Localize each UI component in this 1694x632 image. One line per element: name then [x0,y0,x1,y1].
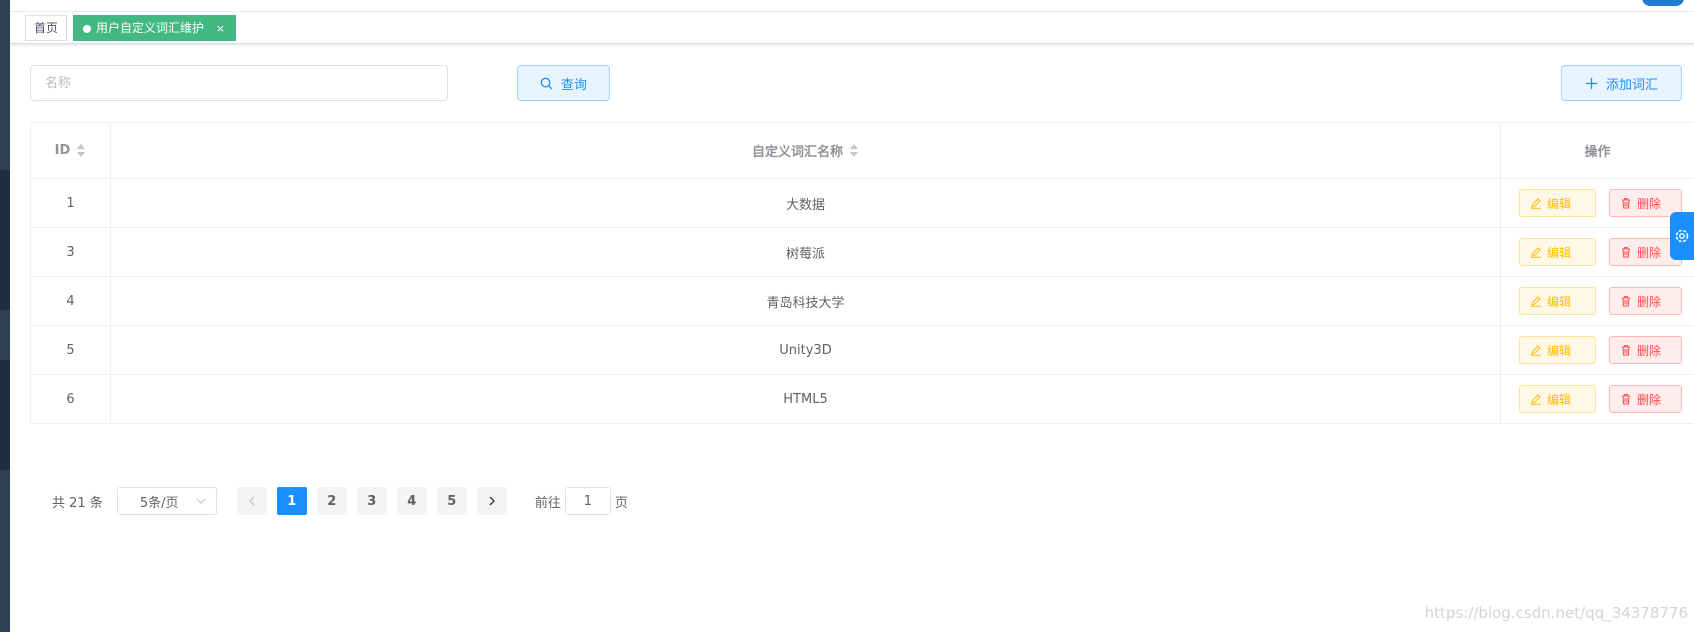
prev-page-button[interactable] [236,487,267,515]
edit-button[interactable]: 编辑 [1519,287,1596,315]
table-row: 4 青岛科技大学 编辑 删除 [30,277,1694,326]
tag-active-label: 用户自定义词汇维护 [96,21,205,35]
delete-button-label: 删除 [1637,294,1662,309]
delete-button[interactable]: 删除 [1609,385,1682,413]
plus-icon [1585,77,1598,89]
goto-prefix: 前往 [534,495,561,511]
delete-button-label: 删除 [1637,392,1662,407]
trash-icon [1622,247,1630,258]
table-row: 1 大数据 编辑 删除 [30,179,1694,228]
cell-actions: 编辑 删除 [1500,326,1694,374]
cell-id: 4 [30,277,110,325]
page-size-select[interactable]: 5条/页 [116,487,217,515]
edit-icon [1531,296,1541,307]
edit-button[interactable]: 编辑 [1519,238,1596,266]
delete-button-label: 删除 [1637,245,1662,260]
delete-button[interactable]: 删除 [1609,336,1682,364]
goto-page: 前往 1 页 [535,487,628,515]
cell-id: 5 [30,326,110,374]
pagination-total: 共 21 条 [52,495,103,511]
trash-icon [1622,345,1630,356]
delete-button-label: 删除 [1637,343,1662,358]
watermark: https://blog.csdn.net/qq_34378776 [1424,604,1688,622]
edit-button-label: 编辑 [1547,294,1572,309]
page-size-value: 5条/页 [139,495,179,511]
settings-button[interactable] [1670,212,1694,260]
edit-button-label: 编辑 [1547,245,1572,260]
query-button[interactable]: 查询 [517,65,610,101]
sidebar-edge-segment [0,360,10,470]
pagination: 共 21 条 5条/页 1 2 3 4 5 前往 1 页 [52,487,628,515]
cell-actions: 编辑 删除 [1500,375,1694,423]
tag-active[interactable]: 用户自定义词汇维护 × [73,15,237,41]
table-row: 6 HTML5 编辑 删除 [30,375,1694,424]
goto-suffix: 页 [614,495,628,511]
active-dot-icon [83,25,91,33]
cell-actions: 编辑 删除 [1500,277,1694,325]
edit-icon [1531,247,1541,258]
chevron-left-icon [248,496,255,506]
cell-id: 6 [30,375,110,423]
words-table: ID 自定义词汇名称 操作 1 大数据 编辑 删除 3 树莓派 编辑 删除 4 … [30,122,1694,424]
goto-page-input[interactable]: 1 [564,487,611,515]
search-input[interactable] [30,65,448,101]
next-page-button[interactable] [476,487,507,515]
edit-button[interactable]: 编辑 [1519,336,1596,364]
sidebar-edge-segment [0,170,10,310]
edit-icon [1531,198,1541,209]
close-icon[interactable]: × [216,22,225,35]
cell-name: HTML5 [110,375,1500,423]
table-header-row: ID 自定义词汇名称 操作 [30,123,1694,179]
header-name-label: 自定义词汇名称 [751,145,843,160]
page-button-3[interactable]: 3 [356,487,387,515]
cell-name: Unity3D [110,326,1500,374]
cell-name: 树莓派 [110,228,1500,276]
page-button-4[interactable]: 4 [396,487,427,515]
page-button-5[interactable]: 5 [436,487,467,515]
sort-icon[interactable] [76,143,86,158]
chevron-right-icon [489,496,495,506]
edit-icon [1531,345,1541,356]
trash-icon [1622,394,1630,405]
tag-home[interactable]: 首页 [25,15,68,41]
sort-icon[interactable] [849,143,859,158]
cell-id: 1 [30,179,110,227]
header-name[interactable]: 自定义词汇名称 [110,123,1500,178]
cell-name: 青岛科技大学 [110,277,1500,325]
trash-icon [1622,198,1630,209]
page-button-1[interactable]: 1 [276,487,307,515]
add-word-button-label: 添加词汇 [1605,77,1658,93]
cell-id: 3 [30,228,110,276]
tags-view: 首页 用户自定义词汇维护 × [10,12,1694,44]
table-row: 5 Unity3D 编辑 删除 [30,326,1694,375]
header-actions-label: 操作 [1584,145,1611,160]
edit-button-label: 编辑 [1547,196,1572,211]
query-button-label: 查询 [560,77,587,93]
sidebar-edge [0,0,10,632]
trash-icon [1622,296,1630,307]
chevron-down-icon [196,498,206,504]
header-id[interactable]: ID [30,123,110,178]
delete-button[interactable]: 删除 [1609,287,1682,315]
page-button-2[interactable]: 2 [316,487,347,515]
gear-icon [1675,229,1689,243]
cell-name: 大数据 [110,179,1500,227]
cell-actions: 编辑 删除 [1500,179,1694,227]
search-icon [540,77,553,89]
cell-actions: 编辑 删除 [1500,228,1694,276]
avatar[interactable] [1642,0,1684,6]
edit-button-label: 编辑 [1547,392,1572,407]
header-actions: 操作 [1500,123,1694,178]
add-word-button[interactable]: 添加词汇 [1561,65,1682,101]
navbar [10,0,1694,12]
header-id-label: ID [54,143,71,158]
edit-button-label: 编辑 [1547,343,1572,358]
delete-button-label: 删除 [1637,196,1662,211]
edit-button[interactable]: 编辑 [1519,385,1596,413]
edit-icon [1531,394,1541,405]
table-row: 3 树莓派 编辑 删除 [30,228,1694,277]
edit-button[interactable]: 编辑 [1519,189,1596,217]
